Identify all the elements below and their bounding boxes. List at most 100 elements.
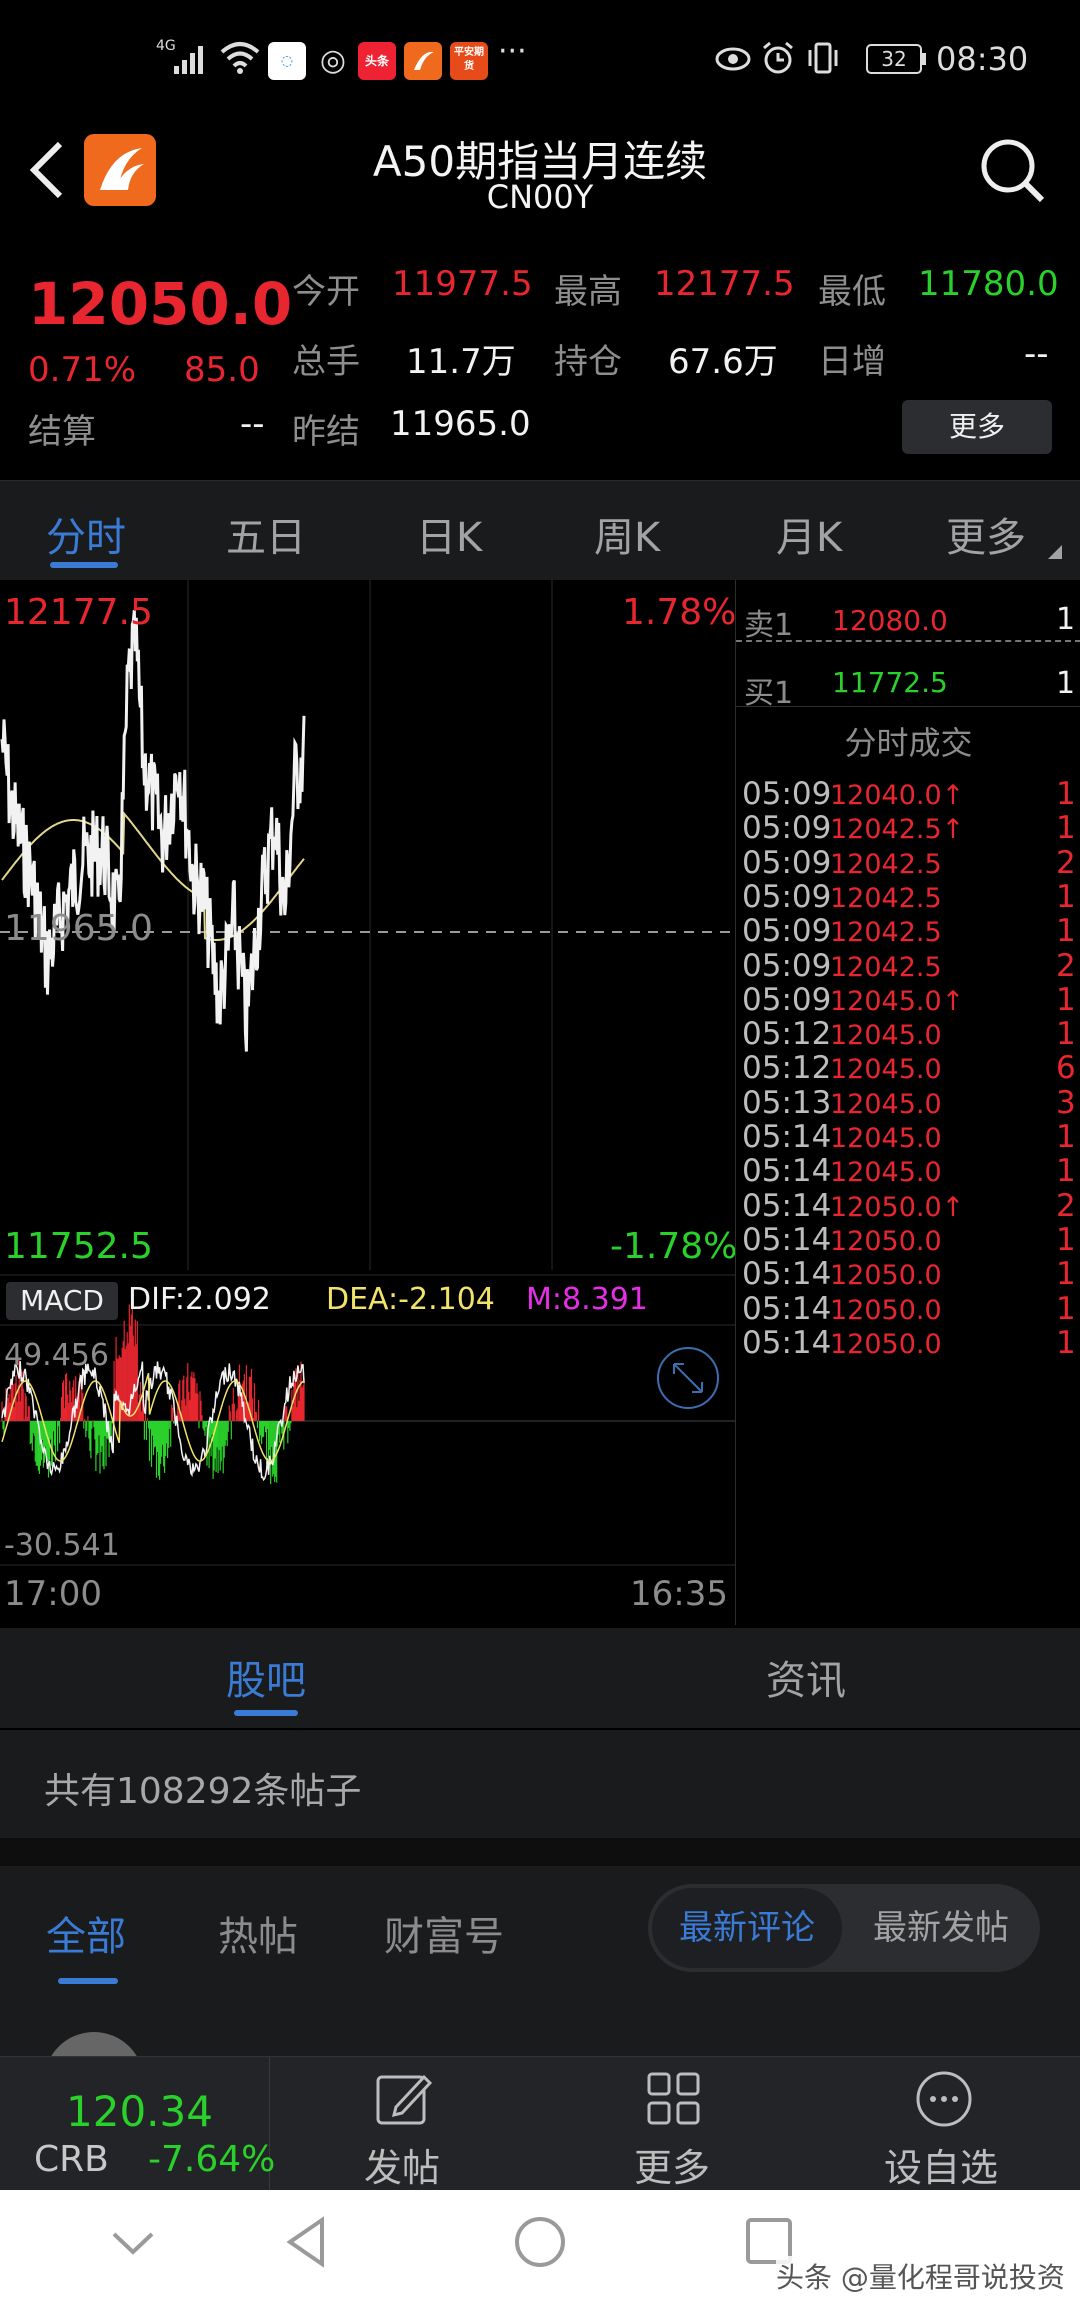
vibrate-icon [808,42,838,74]
tab-news[interactable]: 资讯 [766,1648,846,1706]
trades-list: 05:09 12040.0↑ 1 05:09 12042.5↑ 1 05:09 12042.5… [736,776,1080,1361]
change-percent: 0.71% [28,350,137,390]
wifi-icon [220,42,260,74]
post-count: 共有108292条帖子 [44,1771,362,1812]
period-tab-bar [0,480,1080,580]
trade-time: 05:12 [742,1050,832,1087]
trade-time: 05:14 [742,1153,832,1190]
chart-high-price: 12177.5 [4,592,153,633]
macd-dea-value: DEA:-2.104 [326,1282,495,1317]
more-dots-circle-icon [916,2071,972,2127]
add-watchlist-button[interactable]: 设自选 [840,2057,1050,2191]
more-quote-button[interactable]: 更多 [902,400,1052,454]
trade-qty: 1 [1056,810,1076,847]
low-value: 11780.0 [918,264,1059,304]
trade-time: 05:09 [742,776,832,812]
alarm-icon [763,41,793,74]
trade-time: 05:09 [742,981,832,1018]
intraday-chart[interactable]: 12177.5 1.78% 11965.0 11752.5 -1.78% MAC… [0,580,738,1625]
tab-forum[interactable]: 股吧 [226,1648,306,1706]
watchlist-label: 设自选 [884,2146,999,2190]
prev-settle-value: 11965.0 [390,404,531,444]
filter-all[interactable]: 全部 [46,1904,126,1962]
bottom-action-bar: 120.34 CRB -7.64% 发帖 更多 设自选 [0,2056,1080,2191]
nav-collapse-icon[interactable] [110,2228,156,2258]
volume-label: 总手 [292,342,360,382]
chart-prev-settle-price: 11965.0 [4,908,153,949]
trade-price: 12045.0 [830,1020,942,1052]
pingan-app-icon [404,42,442,80]
tab-monthly-k[interactable]: 月K [776,505,842,563]
trade-time: 05:09 [742,947,832,984]
chart-high-percent: 1.78% [622,592,737,633]
filter-hot[interactable]: 热帖 [218,1904,298,1962]
trade-qty: 2 [1056,844,1076,881]
post-count-row: 共有108292条帖子 [0,1730,1080,1838]
last-price: 12050.0 [28,270,293,338]
tab-daily-k[interactable]: 日K [416,505,482,563]
chat-app-icon: ◌ [268,42,306,80]
trade-time: 05:14 [742,1290,832,1327]
trades-title: 分时成交 [844,724,973,762]
trade-price: 12045.0↑ [830,985,965,1017]
filter-fortune[interactable]: 财富号 [384,1904,504,1962]
indicator-selector[interactable]: MACD [6,1282,118,1320]
trade-price: 12050.0 [830,1260,942,1292]
tab-intraday[interactable]: 分时 [46,505,126,563]
avatar [44,2032,144,2056]
trade-price: 12042.5 [830,848,942,880]
post-button[interactable]: 发帖 [300,2057,510,2191]
ask1-label: 卖1 [744,608,794,643]
forum-tab-bar: 股吧 资讯 [0,1628,1080,1728]
sort-latest-post[interactable]: 最新发帖 [848,1888,1034,1968]
post-label: 发帖 [364,2146,441,2190]
chart-low-percent: -1.78% [610,1226,738,1267]
trade-qty: 1 [1056,1016,1076,1053]
daily-increase-label: 日增 [818,342,886,382]
ask1-qty: 1 [1056,602,1076,637]
macd-m-value: M:8.391 [526,1282,648,1317]
forum-tab-indicator [234,1710,298,1716]
trade-qty: 1 [1056,1153,1076,1190]
ticker-widget[interactable]: 120.34 CRB -7.64% [0,2057,275,2191]
search-icon[interactable] [978,136,1046,204]
post-preview [0,1994,1080,2056]
trade-qty: 1 [1056,1256,1076,1293]
daily-increase-value: -- [1024,334,1049,374]
chart-canvas [0,580,735,1566]
macd-axis-top: 49.456 [4,1338,109,1373]
more-button[interactable]: 更多 [570,2057,780,2191]
nav-home-icon[interactable] [512,2214,568,2270]
status-bar: 4G ◌ ◎ 头条 平安期货 ··· 32 08:30 [0,0,1080,120]
ticker-name: CRB [34,2139,109,2180]
trade-row: 05:14 12050.0 1 [736,1325,1080,1376]
trade-qty: 1 [1056,1324,1076,1361]
sort-toggle: 最新评论 最新发帖 [648,1884,1040,1972]
clock: 08:30 [936,40,1029,78]
active-tab-indicator [50,562,118,568]
trade-time: 05:14 [742,1221,832,1258]
macd-axis-bottom: -30.541 [4,1528,120,1563]
instrument-code: CN00Y [486,178,594,216]
bid1-price: 11772.5 [832,666,948,699]
trade-time: 05:12 [742,1016,832,1053]
dropdown-corner-icon [1048,545,1062,559]
nav-back-icon[interactable] [282,2214,330,2270]
trade-qty: 3 [1056,1084,1076,1121]
trade-qty: 2 [1056,947,1076,984]
tab-more[interactable]: 更多 [946,505,1026,563]
bid1-qty: 1 [1056,666,1076,701]
more-label: 更多 [634,2146,711,2190]
tab-weekly-k[interactable]: 周K [594,505,660,563]
volume-value: 11.7万 [406,342,516,382]
trade-price: 12042.5↑ [830,814,965,846]
tab-five-day[interactable]: 五日 [226,505,306,563]
eye-icon [715,47,751,71]
filter-indicator [58,1978,118,1984]
quote-panel: 12050.0 0.71% 85.0 结算 -- 今开 11977.5 最高 1… [0,250,1080,478]
grid-icon [647,2072,700,2125]
sort-latest-comment[interactable]: 最新评论 [652,1888,842,1968]
battery-tip [922,53,926,65]
trade-qty: 1 [1056,1221,1076,1258]
post-filter-bar: 全部 热帖 财富号 最新评论 最新发帖 [0,1866,1080,1994]
